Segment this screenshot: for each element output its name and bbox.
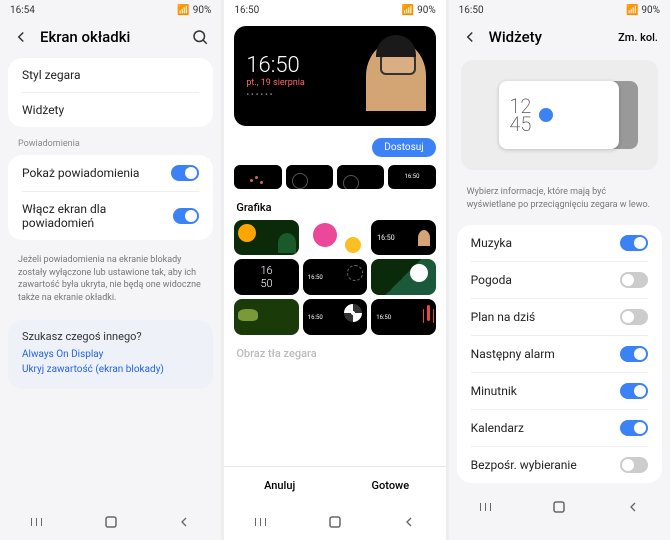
nav-back-icon[interactable] xyxy=(401,514,417,530)
clock-thumb[interactable] xyxy=(303,220,367,256)
clock-thumb[interactable]: 16:50 xyxy=(303,259,367,295)
toggle-switch[interactable] xyxy=(620,272,648,288)
navbar xyxy=(224,504,445,540)
reorder-button[interactable]: Zm. kol. xyxy=(618,31,658,44)
toggle-show-notif[interactable] xyxy=(171,165,199,181)
row-toggle[interactable]: Muzyka xyxy=(457,225,662,261)
toggle-switch[interactable] xyxy=(620,420,648,436)
clock-thumb[interactable] xyxy=(234,165,281,189)
clock-preview: 16:50 pt., 19 sierpnia • • • • • • xyxy=(234,26,435,126)
status-time: 16:50 xyxy=(459,5,484,16)
nav-back-icon[interactable] xyxy=(625,499,641,515)
status-icons: 📶90% xyxy=(177,5,211,16)
toggle-switch[interactable] xyxy=(620,457,648,473)
clock-thumb[interactable]: 16:50 xyxy=(303,299,367,335)
back-icon[interactable] xyxy=(461,28,479,46)
nav-recents-icon[interactable] xyxy=(478,499,494,515)
search-icon[interactable] xyxy=(191,28,209,46)
navbar xyxy=(0,504,221,540)
status-bar: 16:50 📶 90% xyxy=(224,0,445,20)
clock-thumb[interactable]: 16 50 xyxy=(234,259,298,295)
status-time: 16:54 xyxy=(10,5,35,16)
avatar-icon xyxy=(366,41,426,111)
page-title: Widżety xyxy=(489,28,608,46)
status-time: 16:50 xyxy=(234,5,259,16)
customize-button[interactable]: Dostosuj xyxy=(372,138,435,157)
status-bar: 16:54 📶90% xyxy=(0,0,221,20)
bottom-buttons: Anuluj Gotowe xyxy=(224,466,445,504)
nav-recents-icon[interactable] xyxy=(253,514,269,530)
link-aod[interactable]: Always On Display xyxy=(22,349,199,360)
row-toggle[interactable]: Bezpośr. wybieranie xyxy=(457,447,662,483)
clock-thumb[interactable] xyxy=(234,220,298,256)
dot-icon xyxy=(539,108,553,122)
preview-time: 16:50 xyxy=(246,53,305,78)
bg-label: Obraz tła zegara xyxy=(224,335,445,366)
row-widgets[interactable]: Widżety xyxy=(8,93,213,127)
status-bar: 16:50 📶 90% xyxy=(449,0,670,20)
nav-back-icon[interactable] xyxy=(176,514,192,530)
nav-home-icon[interactable] xyxy=(327,514,343,530)
row-clock-style[interactable]: Styl zegara xyxy=(8,58,213,92)
row-toggle[interactable]: Następny alarm xyxy=(457,336,662,372)
clock-thumb[interactable] xyxy=(286,165,333,189)
toggle-label: Plan na dziś xyxy=(471,310,536,324)
clock-thumb[interactable]: 16:50 xyxy=(371,299,435,335)
toggle-switch[interactable] xyxy=(620,383,648,399)
done-button[interactable]: Gotowe xyxy=(335,467,446,504)
toggle-switch[interactable] xyxy=(620,346,648,362)
link-hide-content[interactable]: Ukryj zawartość (ekran blokady) xyxy=(22,364,199,375)
toggle-label: Muzyka xyxy=(471,236,512,250)
back-icon[interactable] xyxy=(12,28,30,46)
clock-thumb[interactable] xyxy=(337,165,384,189)
cancel-button[interactable]: Anuluj xyxy=(224,467,335,504)
description: Wybierz informacje, które mają być wyświ… xyxy=(449,176,670,221)
clock-thumb[interactable]: 16:50 xyxy=(388,165,435,189)
section-toggles: Muzyka Pogoda Plan na dziś Następny alarm Mi… xyxy=(457,225,662,483)
page-title: Ekran okładki xyxy=(40,28,181,46)
section-items: Styl zegara Widżety xyxy=(8,58,213,127)
clock-thumb[interactable] xyxy=(234,299,298,335)
description: Jeżeli powiadomienia na ekranie blokady … xyxy=(0,244,221,314)
phone-widgets: 16:50 📶 90% Widżety Zm. kol. 12 45 Wybie… xyxy=(449,0,670,540)
row-toggle[interactable]: Pogoda xyxy=(457,262,662,298)
toggle-label: Minutnik xyxy=(471,384,517,398)
toggle-label: Bezpośr. wybieranie xyxy=(471,458,577,472)
preview-time: 12 45 xyxy=(509,97,531,133)
clock-grid-basic: 16:50 xyxy=(224,165,445,189)
header: Widżety Zm. kol. xyxy=(449,20,670,54)
nav-home-icon[interactable] xyxy=(551,499,567,515)
clock-thumb[interactable]: 16:50 xyxy=(371,220,435,256)
clock-thumb[interactable] xyxy=(371,259,435,295)
phone-cover-screen: 16:54 📶90% Ekran okładki Styl zegara Wid… xyxy=(0,0,221,540)
toggle-switch[interactable] xyxy=(620,235,648,251)
graphics-label: Grafika xyxy=(224,189,445,220)
search-more: Szukasz czegoś innego? Always On Display… xyxy=(8,320,213,389)
row-screen-on[interactable]: Włącz ekran dla powiadomień xyxy=(8,192,213,240)
row-toggle[interactable]: Kalendarz xyxy=(457,410,662,446)
search-title: Szukasz czegoś innego? xyxy=(22,330,199,343)
row-toggle[interactable]: Plan na dziś xyxy=(457,299,662,335)
toggle-switch[interactable] xyxy=(620,309,648,325)
header: Ekran okładki xyxy=(0,20,221,54)
nav-home-icon[interactable] xyxy=(103,514,119,530)
nav-recents-icon[interactable] xyxy=(29,514,45,530)
clock-grid-graphics: 16:50 16 50 16:50 16:50 16:50 xyxy=(224,220,445,335)
row-show-notif[interactable]: Pokaż powiadomienia xyxy=(8,155,213,191)
preview-date: pt., 19 sierpnia xyxy=(246,78,305,88)
widget-preview: 12 45 xyxy=(461,60,658,170)
toggle-label: Pogoda xyxy=(471,273,512,287)
phone-clock-style: 16:50 📶 90% 16:50 pt., 19 sierpnia • • •… xyxy=(224,0,445,540)
section-label-notif: Powiadomienia xyxy=(0,131,221,151)
section-notif: Pokaż powiadomienia Włącz ekran dla powi… xyxy=(8,155,213,240)
toggle-label: Następny alarm xyxy=(471,347,555,361)
row-toggle[interactable]: Minutnik xyxy=(457,373,662,409)
navbar xyxy=(449,489,670,525)
toggle-screen-on[interactable] xyxy=(173,208,200,224)
toggle-label: Kalendarz xyxy=(471,421,524,435)
